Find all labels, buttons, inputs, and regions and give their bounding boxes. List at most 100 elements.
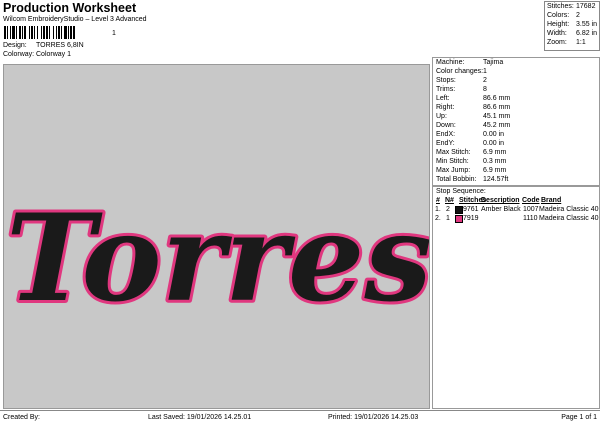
- width-label: Width:: [547, 30, 567, 37]
- height-label: Height:: [547, 21, 570, 28]
- right-row: Right: 86.6 mm: [436, 104, 510, 111]
- down-value: 45.2 mm: [483, 122, 511, 129]
- col-header-description: Description: [481, 197, 520, 204]
- machine-value: Tajima: [483, 59, 504, 66]
- max-stitch-value: 6.9 mm: [483, 149, 507, 156]
- stop-sequence-title: Stop Sequence:: [436, 188, 486, 195]
- barcode-bar: [73, 26, 75, 39]
- footer-page: Page 1 of 1: [561, 414, 597, 421]
- row-index: 2.: [435, 215, 441, 222]
- colors-label: Colors:: [547, 12, 570, 19]
- max-jump-value: 6.9 mm: [483, 167, 507, 174]
- barcode-bar: [12, 26, 15, 39]
- endx-row: EndX: 0.00 in: [436, 131, 504, 138]
- design-text-fill: Torres: [6, 188, 429, 329]
- footer-created-by: Created By:: [3, 414, 40, 421]
- row-description: Amber Black: [481, 206, 521, 213]
- max-stitch-row: Max Stitch: 6.9 mm: [436, 149, 506, 156]
- trims-label: Trims:: [436, 86, 456, 93]
- max-jump-row: Max Jump: 6.9 mm: [436, 167, 506, 174]
- total-bobbin-row: Total Bobbin: 124.57ft: [436, 176, 508, 183]
- footer-last-saved: Last Saved: 19/01/2026 14.25.01: [148, 414, 252, 421]
- barcode-bar: [56, 26, 57, 39]
- row-code: 1007: [523, 206, 539, 213]
- color-swatch: [455, 215, 463, 223]
- trims-row: Trims: 8: [436, 86, 487, 93]
- barcode-bar: [10, 26, 11, 39]
- color-changes-value: 1: [483, 68, 487, 75]
- left-row: Left: 86.6 mm: [436, 95, 510, 102]
- barcode-bar: [58, 26, 60, 39]
- down-row: Down: 45.2 mm: [436, 122, 510, 129]
- right-value: 86.6 mm: [483, 104, 511, 111]
- total-bobbin-value: 124.57ft: [483, 176, 509, 183]
- col-header-code: Code: [522, 197, 540, 204]
- machine-label: Machine:: [436, 59, 465, 66]
- barcode-bar: [41, 26, 42, 39]
- machine-row: Machine: Tajima: [436, 59, 503, 66]
- colorway-row: Colorway: Colorway 1: [3, 51, 71, 58]
- design-preview: Torres Torres: [3, 64, 430, 409]
- design-value: TORRES 6,8IN: [36, 42, 84, 49]
- right-label: Right:: [436, 104, 455, 111]
- barcode: [4, 26, 75, 39]
- design-name-row: Design: TORRES 6,8IN: [3, 42, 84, 49]
- height-value: 3.55 in: [576, 21, 598, 28]
- colors-value: 2: [576, 12, 580, 19]
- endx-label: EndX:: [436, 131, 456, 138]
- colorway-value: Colorway 1: [36, 51, 72, 58]
- total-bobbin-label: Total Bobbin:: [436, 176, 477, 183]
- min-stitch-row: Min Stitch: 0.3 mm: [436, 158, 506, 165]
- barcode-bar: [29, 26, 30, 39]
- row-brand: Madeira Classic 40: [539, 215, 599, 222]
- barcode-bar: [4, 26, 6, 39]
- barcode-bar: [7, 26, 8, 39]
- colorway-label: Colorway:: [3, 51, 35, 58]
- zoom-value: 1:1: [576, 39, 586, 46]
- row-brand: Madeira Classic 40: [539, 206, 599, 213]
- color-changes-label: Color changes:: [436, 68, 484, 75]
- barcode-bar: [16, 26, 17, 39]
- row-code: 1110: [523, 215, 538, 222]
- zoom-label: Zoom:: [547, 39, 567, 46]
- barcode-bar: [61, 26, 62, 39]
- left-value: 86.6 mm: [483, 95, 511, 102]
- barcode-bar: [24, 26, 26, 39]
- row-index: 1.: [435, 206, 441, 213]
- barcode-bar: [64, 26, 67, 39]
- app-subtitle: Wilcom EmbroideryStudio – Level 3 Advanc…: [3, 16, 147, 23]
- design-label: Design:: [3, 42, 27, 49]
- barcode-bar: [46, 26, 48, 39]
- barcode-bar: [53, 26, 54, 39]
- barcode-bar: [22, 26, 23, 39]
- stitches-value: 17682: [576, 3, 596, 10]
- trims-value: 8: [483, 86, 487, 93]
- max-jump-label: Max Jump:: [436, 167, 471, 174]
- col-header-needle: N#: [445, 197, 454, 204]
- barcode-bar: [68, 26, 69, 39]
- up-value: 45.1 mm: [483, 113, 511, 120]
- col-header-brand: Brand: [541, 197, 562, 204]
- stops-row: Stops: 2: [436, 77, 487, 84]
- barcode-bar: [49, 26, 50, 39]
- down-label: Down:: [436, 122, 456, 129]
- stops-label: Stops:: [436, 77, 456, 84]
- barcode-bar: [31, 26, 33, 39]
- min-stitch-value: 0.3 mm: [483, 158, 507, 165]
- left-label: Left:: [436, 95, 450, 102]
- max-stitch-label: Max Stitch:: [436, 149, 471, 156]
- barcode-bar: [37, 26, 38, 39]
- row-needle: 1: [446, 215, 450, 222]
- footer-printed: Printed: 19/01/2026 14.25.03: [328, 414, 419, 421]
- up-row: Up: 45.1 mm: [436, 113, 510, 120]
- machine-panel: Machine: Tajima Color changes:1 Stops: 2 T…: [432, 57, 600, 186]
- row-stitches: 7919: [463, 215, 479, 222]
- color-swatch: [455, 206, 463, 214]
- width-value: 6.82 in: [576, 30, 598, 37]
- barcode-bar: [43, 26, 45, 39]
- endy-value: 0.00 in: [483, 140, 505, 147]
- row-needle: 2: [446, 206, 450, 213]
- min-stitch-label: Min Stitch:: [436, 158, 469, 165]
- up-label: Up:: [436, 113, 447, 120]
- stitches-label: Stitches:: [547, 3, 574, 10]
